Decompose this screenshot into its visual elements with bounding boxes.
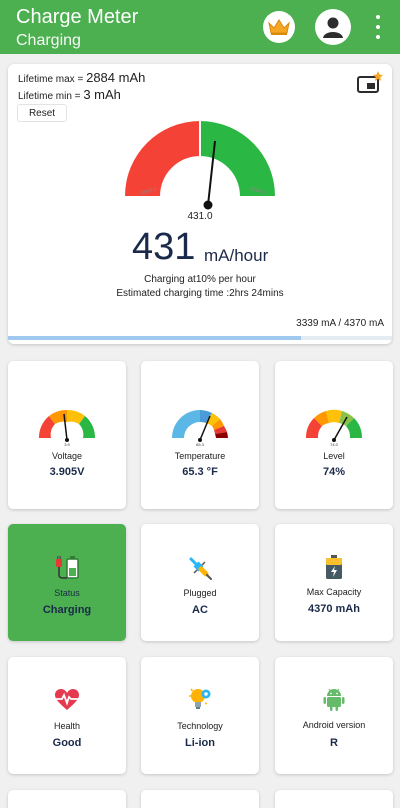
capacity-ratio: 3339 mA / 4370 mA <box>296 318 384 329</box>
gauge-positive-arc <box>200 121 275 196</box>
lifetime-min-value: 3 mAh <box>83 87 121 102</box>
lifetime-max-label: Lifetime max = <box>18 74 84 85</box>
next-tile-2[interactable] <box>141 790 259 808</box>
reset-button[interactable]: Reset <box>17 104 67 122</box>
level-value: 74% <box>322 466 346 478</box>
health-label: Health <box>53 721 80 731</box>
svg-text:74.0: 74.0 <box>330 442 339 447</box>
battery-icon <box>275 554 393 580</box>
lifetime-max: Lifetime max = 2884 mAh <box>18 70 145 85</box>
current-value: 431 <box>132 226 196 268</box>
voltage-tile[interactable]: 3.9 Voltage 3.905V <box>8 361 126 509</box>
level-gauge: 74.0 <box>305 409 363 447</box>
gauge-pivot <box>203 200 213 210</box>
lifetime-min: Lifetime min = 3 mAh <box>18 87 121 102</box>
voltage-gauge: 3.9 <box>38 409 96 447</box>
plugged-label: Plugged <box>183 588 217 598</box>
gauge-negative-arc <box>125 121 200 196</box>
heart-pulse-icon <box>8 688 126 712</box>
lifetime-max-value: 2884 mAh <box>86 70 146 85</box>
current-unit: mA/hour <box>204 246 269 265</box>
technology-value: Li-ion <box>185 737 215 749</box>
max-capacity-tile[interactable]: Max Capacity 4370 mAh <box>275 524 393 641</box>
next-tile-1[interactable] <box>8 790 126 808</box>
charge-meter-card: Lifetime max = 2884 mAh Lifetime min = 3… <box>8 64 392 344</box>
needle-value: 431.0 <box>187 211 213 222</box>
max-capacity-label: Max Capacity <box>306 587 362 597</box>
svg-text:3.9: 3.9 <box>64 442 70 447</box>
android-icon <box>275 686 393 712</box>
crown-icon[interactable] <box>263 11 295 43</box>
temperature-value: 65.3 °F <box>182 466 218 478</box>
temperature-tile[interactable]: 65.3 Temperature 65.3 °F <box>141 361 259 509</box>
status-value: Charging <box>42 604 92 616</box>
temperature-gauge: 65.3 <box>172 410 228 447</box>
max-capacity-value: 4370 mAh <box>308 603 360 615</box>
android-version-value: R <box>330 737 338 749</box>
charging-estimate: Estimated charging time :2hrs 24mins <box>116 288 284 299</box>
status-tile[interactable]: Status Charging <box>8 524 126 641</box>
charge-progress-fill <box>8 336 302 340</box>
lightbulb-gear-icon <box>141 686 259 712</box>
voltage-value: 3.905V <box>49 466 85 478</box>
temperature-label: Temperature <box>174 451 226 461</box>
plugged-value: AC <box>192 604 208 616</box>
technology-label: Technology <box>177 721 223 731</box>
battery-charging-icon <box>8 553 126 581</box>
lifetime-min-label: Lifetime min = <box>18 91 81 102</box>
profile-icon[interactable] <box>315 9 351 45</box>
current-gauge: -3500.0 3500.0 <box>125 121 275 210</box>
more-vert-icon[interactable] <box>370 15 386 39</box>
health-value: Good <box>52 737 82 749</box>
level-tile[interactable]: 74.0 Level 74% <box>275 361 393 509</box>
app-title: Charge Meter <box>16 6 139 28</box>
charging-rate: Charging at10% per hour <box>144 274 256 285</box>
svg-text:65.3: 65.3 <box>196 442 205 447</box>
level-label: Level <box>323 451 345 461</box>
app-bar: Charge Meter Charging <box>0 0 400 54</box>
next-tile-3[interactable] <box>275 790 393 808</box>
plug-icon <box>141 555 259 581</box>
app-subtitle: Charging <box>16 32 81 49</box>
android-version-label: Android version <box>302 720 366 730</box>
charge-progress-bar <box>8 336 392 340</box>
technology-tile[interactable]: Technology Li-ion <box>141 657 259 774</box>
status-label: Status <box>54 588 80 598</box>
android-version-tile[interactable]: Android version R <box>275 657 393 774</box>
health-tile[interactable]: Health Good <box>8 657 126 774</box>
picture-in-picture-icon[interactable] <box>356 70 384 96</box>
plugged-tile[interactable]: Plugged AC <box>141 524 259 641</box>
voltage-label: Voltage <box>51 451 83 461</box>
